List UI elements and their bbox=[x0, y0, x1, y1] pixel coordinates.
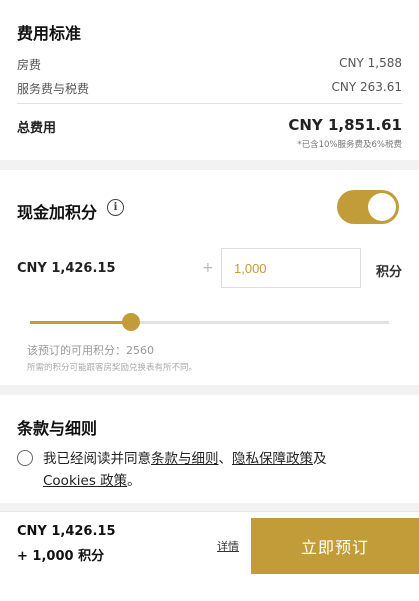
total-label: 总费用 bbox=[17, 121, 57, 136]
terms-sep: 、 bbox=[218, 451, 233, 467]
terms-link[interactable]: 条款与细则 bbox=[151, 451, 219, 467]
terms-suffix: 。 bbox=[127, 473, 141, 489]
fee-section: 费用标准 房费 CNY 1,588 服务费与税费 CNY 263.61 总费用 … bbox=[0, 0, 419, 160]
privacy-link[interactable]: 隐私保障政策 bbox=[232, 451, 313, 467]
booking-footer: CNY 1,426.15 + 1,000 积分 详情 立即预订 bbox=[0, 511, 419, 601]
available-points: 该预订的可用积分：2560 bbox=[27, 344, 154, 357]
footer-price: CNY 1,426.15 bbox=[17, 524, 116, 539]
tax-fee-row: 服务费与税费 CNY 263.61 bbox=[17, 80, 402, 97]
points-input[interactable]: 1,000 bbox=[221, 248, 361, 288]
terms-checkbox[interactable] bbox=[17, 450, 33, 466]
room-fee-value: CNY 1,588 bbox=[339, 56, 402, 70]
room-fee-label: 房费 bbox=[17, 58, 42, 72]
details-link[interactable]: 详情 bbox=[217, 538, 239, 554]
cash-points-toggle[interactable] bbox=[337, 190, 399, 224]
room-fee-row: 房费 CNY 1,588 bbox=[17, 56, 402, 73]
cash-points-section: 现金加积分 i CNY 1,426.15 + 1,000 积分 该预订的可用积分… bbox=[0, 170, 419, 385]
toggle-knob bbox=[368, 193, 396, 221]
book-now-button[interactable]: 立即预订 bbox=[251, 518, 419, 574]
cookies-link[interactable]: Cookies 政策 bbox=[43, 473, 127, 489]
points-slider-fill bbox=[30, 321, 131, 324]
points-note: 所需的积分可能跟客房奖励兑换表有所不同。 bbox=[27, 363, 198, 373]
terms-and: 及 bbox=[313, 451, 327, 467]
tax-fee-label: 服务费与税费 bbox=[17, 82, 90, 96]
fee-title: 费用标准 bbox=[17, 24, 82, 43]
terms-title: 条款与细则 bbox=[17, 419, 98, 438]
fee-divider bbox=[17, 103, 402, 104]
info-icon[interactable]: i bbox=[107, 199, 124, 216]
plus-sign: + bbox=[202, 260, 214, 276]
tax-fee-value: CNY 263.61 bbox=[331, 80, 403, 94]
terms-section: 条款与细则 我已经阅读并同意条款与细则、隐私保障政策及Cookies 政策。 bbox=[0, 395, 419, 503]
terms-agreement-text: 我已经阅读并同意条款与细则、隐私保障政策及 Cookies 政策。 bbox=[43, 448, 379, 492]
footer-points: + 1,000 积分 bbox=[17, 549, 105, 564]
cash-points-title: 现金加积分 bbox=[17, 203, 98, 222]
points-slider[interactable] bbox=[30, 313, 389, 331]
total-note: *已含10%服务费及6%税费 bbox=[297, 140, 402, 150]
terms-prefix: 我已经阅读并同意 bbox=[43, 451, 151, 467]
points-slider-thumb[interactable] bbox=[121, 313, 140, 331]
points-unit-label: 积分 bbox=[375, 265, 402, 280]
total-value: CNY 1,851.61 bbox=[288, 116, 402, 134]
cash-amount: CNY 1,426.15 bbox=[17, 261, 116, 276]
